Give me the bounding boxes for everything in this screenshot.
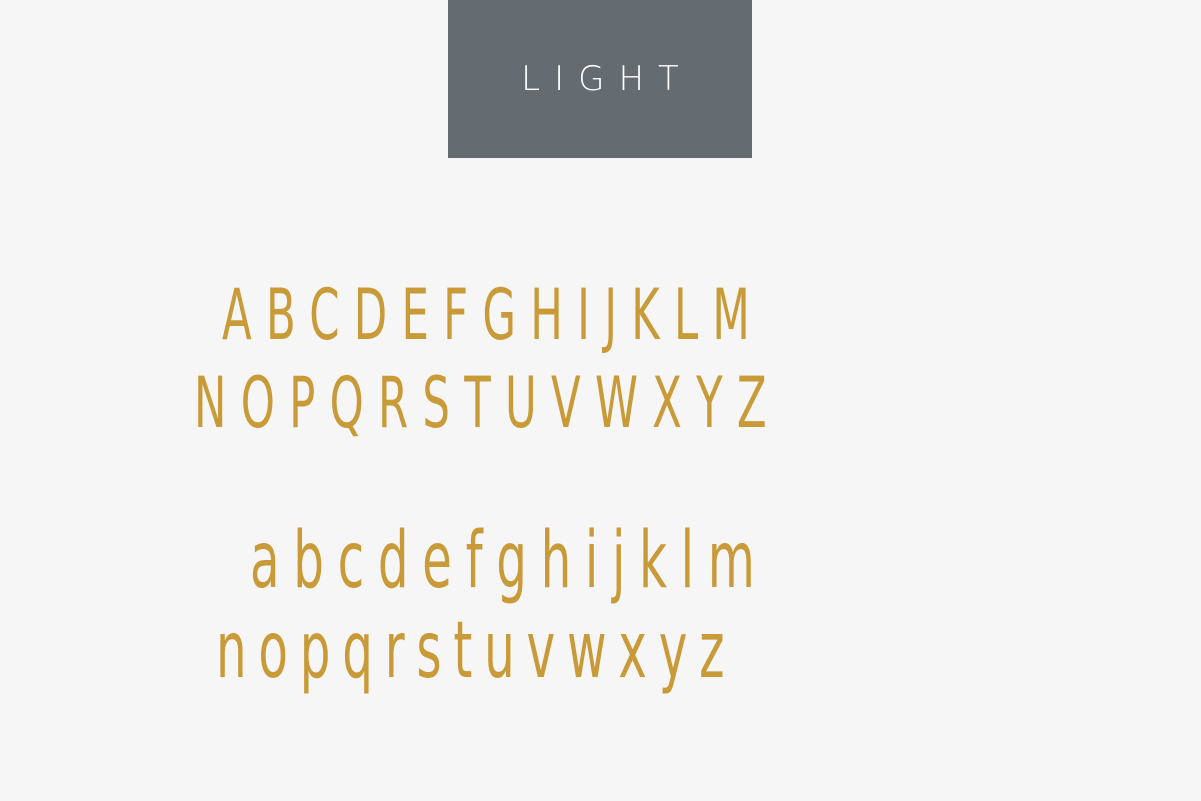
weight-badge: LIGHT (448, 0, 752, 158)
weight-label: LIGHT (521, 59, 693, 99)
lowercase-line-2: nopqrstuvwxyz (216, 606, 737, 696)
uppercase-line-2: NOPQRSTUVWXYZ (194, 362, 781, 444)
lowercase-line-1: abcdefghijklm (250, 516, 769, 606)
uppercase-line-1: ABCDEFGHIJKLM (222, 274, 765, 356)
